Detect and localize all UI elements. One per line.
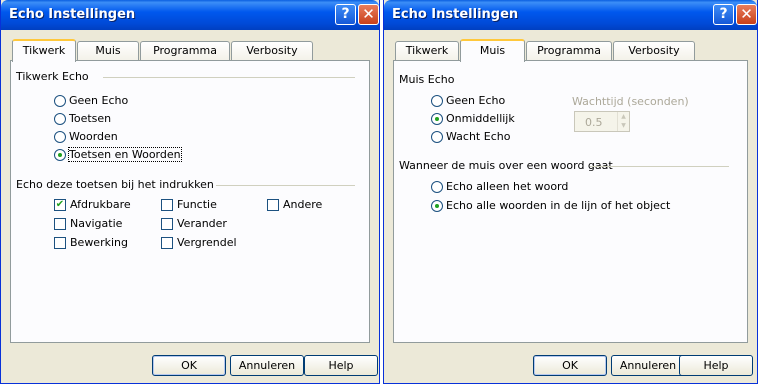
check-box[interactable] (54, 217, 66, 230)
radio-toetsen-en-woorden[interactable]: Toetsen en Woorden (54, 147, 182, 162)
group-divider (590, 166, 729, 167)
radio-toetsen[interactable]: Toetsen (54, 112, 111, 125)
option-label: Geen Echo (446, 94, 506, 107)
ok-button[interactable]: OK (152, 355, 226, 376)
tab-strip: Tikwerk Muis Programma Verbosity (1, 39, 379, 62)
radio-circle-selected[interactable] (54, 148, 66, 161)
checkbox-navigatie[interactable]: Navigatie (54, 217, 122, 230)
group-title-hover: Wanneer de muis over een woord gaat (399, 159, 613, 172)
tab-panel: Tikwerk Echo Geen Echo Toetsen Woorden T… (10, 60, 370, 343)
group-divider (103, 77, 355, 78)
checkbox-andere[interactable]: Andere (267, 198, 322, 211)
tab-muis[interactable]: Muis (460, 39, 525, 62)
wait-time-value: 0.5 (585, 116, 603, 129)
title-bar[interactable]: Echo Instellingen ? ✕ (1, 0, 379, 30)
tab-label: Muis (95, 44, 121, 57)
tab-muis[interactable]: Muis (77, 41, 139, 61)
group-divider (216, 185, 355, 186)
cancel-button[interactable]: Annuleren (230, 355, 304, 376)
option-label: Echo alleen het woord (446, 180, 569, 193)
tab-label: Programma (537, 44, 601, 57)
radio-circle-selected[interactable] (431, 112, 443, 125)
radio-onmiddellijk[interactable]: Onmiddellijk (431, 112, 515, 125)
tab-programma[interactable]: Programma (140, 41, 230, 61)
radio-circle[interactable] (54, 112, 66, 125)
group-title-tikwerk-echo: Tikwerk Echo (16, 70, 89, 83)
wait-time-spinner[interactable]: 0.5 ▲ ▼ (574, 111, 630, 132)
radio-wacht-echo[interactable]: Wacht Echo (431, 130, 510, 143)
checkbox-functie[interactable]: Functie (161, 198, 217, 211)
cancel-button[interactable]: Annuleren (611, 355, 685, 376)
echo-settings-window-left: Echo Instellingen ? ✕ Tikwerk Muis Progr… (0, 0, 380, 384)
option-label: Andere (283, 198, 323, 211)
check-box[interactable] (161, 217, 173, 230)
check-box[interactable] (161, 198, 173, 211)
radio-geen-echo[interactable]: Geen Echo (431, 94, 505, 107)
checkbox-vergrendel[interactable]: Vergrendel (161, 236, 237, 249)
ok-button[interactable]: OK (533, 355, 607, 376)
checkbox-verander[interactable]: Verander (161, 217, 227, 230)
group-title-echo-keys: Echo deze toetsen bij het indrukken (16, 178, 214, 191)
radio-circle-selected[interactable] (431, 199, 443, 212)
help-button[interactable]: Help (304, 355, 378, 376)
option-label: Navigatie (70, 217, 123, 230)
window-title: Echo Instellingen (9, 7, 136, 22)
radio-circle[interactable] (54, 94, 66, 107)
tab-tikwerk[interactable]: Tikwerk (395, 41, 459, 61)
radio-woorden[interactable]: Woorden (54, 130, 118, 143)
tab-programma[interactable]: Programma (526, 41, 612, 61)
option-label: Echo alle woorden in de lijn of het obje… (446, 199, 671, 212)
tab-label: Muis (479, 44, 506, 57)
tab-label: Programma (153, 44, 217, 57)
option-label: Wacht Echo (446, 130, 511, 143)
tab-strip: Tikwerk Muis Programma Verbosity (384, 39, 757, 62)
check-box[interactable] (267, 198, 279, 211)
tab-verbosity[interactable]: Verbosity (231, 41, 313, 61)
group-title-muis-echo: Muis Echo (399, 73, 455, 86)
check-box[interactable]: ✔ (54, 198, 66, 211)
radio-echo-alleen-woord[interactable]: Echo alleen het woord (431, 180, 568, 193)
tab-panel: Muis Echo Geen Echo Onmiddellijk Wacht E… (393, 60, 748, 343)
check-box[interactable] (161, 236, 173, 249)
option-label: Toetsen (69, 112, 112, 125)
close-button[interactable]: ✕ (358, 4, 379, 25)
close-icon: ✕ (740, 5, 753, 23)
spinner-arrows-icon[interactable]: ▲ ▼ (617, 112, 629, 131)
close-icon: ✕ (362, 5, 375, 23)
option-label: Verander (177, 217, 227, 230)
wait-time-label: Wachttijd (seconden) (572, 95, 689, 108)
tab-label: Verbosity (246, 44, 298, 57)
tab-tikwerk[interactable]: Tikwerk (12, 39, 76, 62)
radio-geen-echo[interactable]: Geen Echo (54, 94, 128, 107)
tab-label: Verbosity (628, 44, 680, 57)
option-label: Functie (177, 198, 217, 211)
question-icon: ? (341, 6, 350, 22)
help-title-button[interactable]: ? (335, 4, 356, 25)
tab-label: Tikwerk (22, 44, 66, 57)
tab-label: Tikwerk (405, 44, 449, 57)
option-label: Afdrukbare (70, 198, 131, 211)
radio-echo-alle-woorden[interactable]: Echo alle woorden in de lijn of het obje… (431, 199, 670, 212)
option-label: Onmiddellijk (446, 112, 515, 125)
check-box[interactable] (54, 236, 66, 249)
help-title-button[interactable]: ? (713, 4, 734, 25)
radio-circle[interactable] (431, 94, 443, 107)
option-label: Toetsen en Woorden (68, 147, 182, 162)
tab-verbosity[interactable]: Verbosity (613, 41, 695, 61)
window-title: Echo Instellingen (392, 7, 519, 22)
title-bar[interactable]: Echo Instellingen ? ✕ (384, 0, 757, 30)
radio-circle[interactable] (54, 130, 66, 143)
checkbox-bewerking[interactable]: Bewerking (54, 236, 128, 249)
echo-settings-window-right: Echo Instellingen ? ✕ Tikwerk Muis Progr… (383, 0, 758, 384)
close-button[interactable]: ✕ (736, 4, 757, 25)
option-label: Vergrendel (177, 236, 237, 249)
checkbox-afdrukbare[interactable]: ✔ Afdrukbare (54, 198, 131, 211)
question-icon: ? (719, 6, 728, 22)
radio-circle[interactable] (431, 130, 443, 143)
option-label: Bewerking (70, 236, 128, 249)
help-button[interactable]: Help (679, 355, 753, 376)
option-label: Geen Echo (69, 94, 129, 107)
radio-circle[interactable] (431, 180, 443, 193)
option-label: Woorden (69, 130, 118, 143)
